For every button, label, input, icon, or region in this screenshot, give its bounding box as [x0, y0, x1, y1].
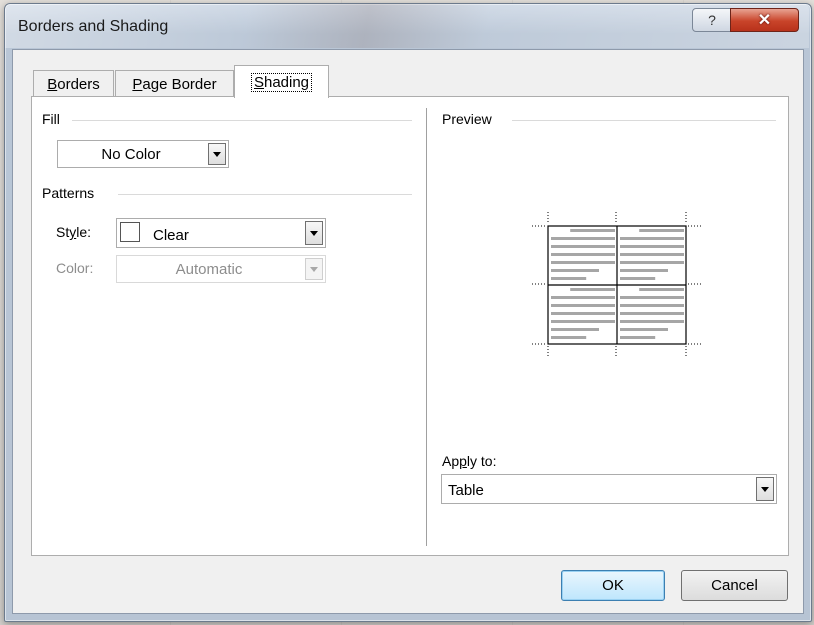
preview-text-line — [570, 288, 615, 291]
preview-text-line — [551, 328, 599, 331]
preview-text-line — [551, 336, 587, 339]
pattern-style-dropdown[interactable]: Clear — [116, 218, 326, 248]
preview-text-line — [620, 237, 684, 240]
preview-text-line — [620, 261, 684, 264]
preview-text-line — [551, 261, 615, 264]
chevron-down-icon[interactable] — [305, 258, 323, 280]
close-button[interactable]: ✕ — [730, 8, 799, 32]
tab-shading[interactable]: Shading — [234, 65, 329, 98]
preview-text-line — [551, 237, 615, 240]
tab-borders[interactable]: Borders — [33, 70, 114, 97]
tab-page-border[interactable]: Page Border — [115, 70, 234, 97]
chevron-down-icon[interactable] — [208, 143, 226, 165]
preview-text-line — [551, 296, 615, 299]
help-icon: ? — [708, 12, 716, 28]
preview-text-line — [620, 253, 684, 256]
fill-divider — [72, 120, 412, 121]
preview-text-line — [570, 229, 615, 232]
pattern-color-value: Automatic — [175, 261, 243, 278]
preview-text-line — [620, 328, 668, 331]
preview-heading: Preview — [442, 111, 498, 127]
patterns-heading: Patterns — [42, 185, 101, 201]
preview-divider — [512, 120, 776, 121]
apply-to-label: Apply to: — [442, 453, 497, 469]
preview-text-line — [620, 320, 684, 323]
preview-text-line — [551, 253, 615, 256]
ok-button[interactable]: OK — [561, 570, 665, 601]
help-button[interactable]: ? — [692, 8, 732, 32]
preview-text-line — [620, 245, 684, 248]
table-preview — [532, 212, 702, 358]
chevron-down-icon[interactable] — [305, 221, 323, 245]
pattern-style-value: Clear — [153, 227, 189, 244]
close-icon: ✕ — [757, 12, 772, 29]
preview-text-line — [620, 304, 684, 307]
pattern-color-dropdown[interactable]: Automatic — [116, 255, 326, 283]
style-swatch — [120, 222, 140, 242]
apply-to-dropdown[interactable]: Table — [441, 474, 777, 504]
dialog-title: Borders and Shading — [18, 18, 169, 35]
preview-text-line — [551, 320, 615, 323]
preview-text-line — [551, 245, 615, 248]
preview-text-line — [620, 336, 656, 339]
panel-separator — [426, 108, 427, 546]
preview-text-line — [620, 269, 668, 272]
preview-text-line — [620, 277, 656, 280]
color-label: Color: — [56, 260, 94, 276]
fill-color-value: No Color — [101, 146, 161, 163]
fill-heading: Fill — [42, 111, 66, 127]
preview-text-line — [551, 277, 587, 280]
preview-text-line — [620, 296, 684, 299]
preview-text-line — [639, 288, 684, 291]
preview-text-line — [551, 269, 599, 272]
fill-color-dropdown[interactable]: No Color — [57, 140, 229, 168]
chevron-down-icon[interactable] — [756, 477, 774, 501]
preview-text-line — [551, 304, 615, 307]
cancel-button[interactable]: Cancel — [681, 570, 788, 601]
style-label: Style: — [56, 224, 92, 240]
preview-text-line — [551, 312, 615, 315]
patterns-divider — [118, 194, 412, 195]
preview-text-line — [639, 229, 684, 232]
apply-to-value: Table — [448, 482, 484, 499]
preview-text-line — [620, 312, 684, 315]
